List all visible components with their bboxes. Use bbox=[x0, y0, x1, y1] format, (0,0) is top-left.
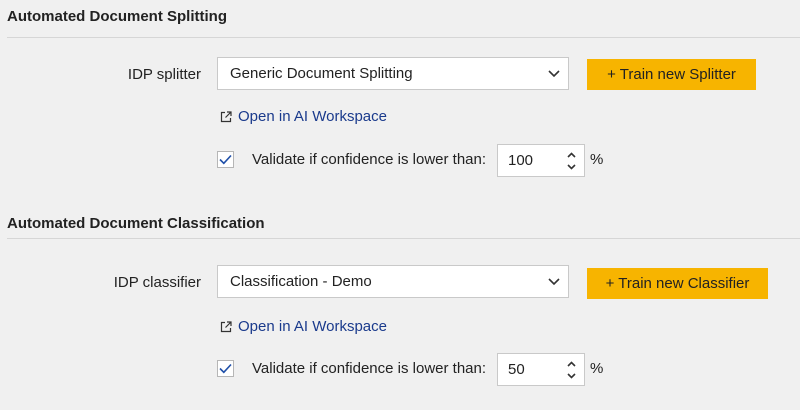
classification-validate-label: Validate if confidence is lower than: bbox=[252, 360, 487, 377]
checkmark-icon bbox=[219, 154, 232, 165]
splitting-validate-checkbox[interactable] bbox=[217, 151, 234, 168]
splitting-threshold-value: 100 bbox=[508, 152, 534, 169]
increment-icon[interactable] bbox=[566, 151, 576, 158]
classification-open-ai-workspace-label: Open in AI Workspace bbox=[238, 318, 387, 335]
idp-classifier-label: IDP classifier bbox=[113, 274, 201, 291]
classification-threshold-stepper[interactable]: 50 bbox=[497, 353, 585, 386]
train-new-splitter-button[interactable]: + Train new Splitter bbox=[587, 59, 756, 90]
idp-splitter-value: Generic Document Splitting bbox=[230, 65, 413, 82]
chevron-down-icon bbox=[548, 69, 560, 77]
classification-threshold-value: 50 bbox=[508, 361, 525, 378]
idp-classifier-value: Classification - Demo bbox=[230, 273, 372, 290]
chevron-down-icon bbox=[548, 277, 560, 285]
train-new-classifier-button[interactable]: + Train new Classifier bbox=[587, 268, 768, 299]
idp-splitter-select[interactable]: Generic Document Splitting bbox=[217, 57, 569, 90]
classification-divider bbox=[7, 238, 800, 239]
splitting-open-ai-workspace-label: Open in AI Workspace bbox=[238, 108, 387, 125]
splitting-open-ai-workspace-link[interactable]: Open in AI Workspace bbox=[220, 108, 387, 125]
idp-classifier-select[interactable]: Classification - Demo bbox=[217, 265, 569, 298]
external-link-icon bbox=[220, 110, 232, 122]
classification-percent-unit: % bbox=[590, 360, 604, 377]
classification-section-title: Automated Document Classification bbox=[7, 215, 265, 232]
checkmark-icon bbox=[219, 363, 232, 374]
decrement-icon[interactable] bbox=[566, 372, 576, 379]
classification-open-ai-workspace-link[interactable]: Open in AI Workspace bbox=[220, 318, 387, 335]
increment-icon[interactable] bbox=[566, 360, 576, 367]
splitting-percent-unit: % bbox=[590, 151, 604, 168]
splitting-divider bbox=[7, 37, 800, 38]
external-link-icon bbox=[220, 320, 232, 332]
decrement-icon[interactable] bbox=[566, 163, 576, 170]
splitting-validate-label: Validate if confidence is lower than: bbox=[252, 151, 487, 168]
idp-splitter-label: IDP splitter bbox=[127, 66, 201, 83]
splitting-threshold-stepper[interactable]: 100 bbox=[497, 144, 585, 177]
classification-validate-checkbox[interactable] bbox=[217, 360, 234, 377]
splitting-section-title: Automated Document Splitting bbox=[7, 8, 227, 25]
